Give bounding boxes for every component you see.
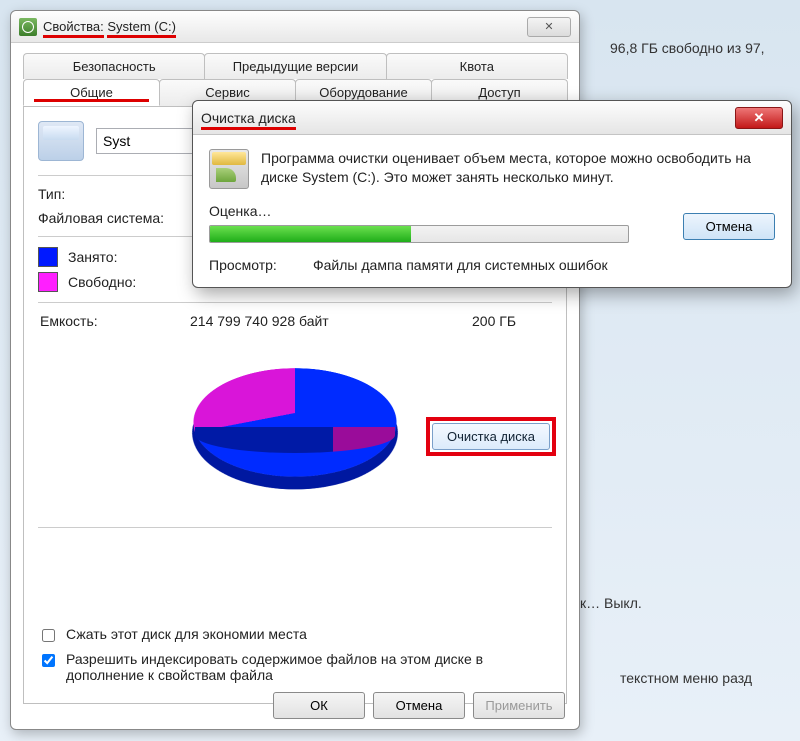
free-label: Свободно: xyxy=(68,274,136,290)
drive-properties-icon xyxy=(19,18,37,36)
used-swatch xyxy=(38,247,58,267)
tab-security[interactable]: Безопасность xyxy=(23,53,205,79)
close-button[interactable]: ✕ xyxy=(527,17,571,37)
disk-cleanup-button[interactable]: Очистка диска xyxy=(432,423,550,450)
compress-label: Сжать этот диск для экономии места xyxy=(66,626,307,642)
capacity-bytes: 214 799 740 928 байт xyxy=(190,313,432,329)
dialog-buttons: ОК Отмена Применить xyxy=(273,692,565,719)
view-label: Просмотр: xyxy=(209,257,299,273)
capacity-label: Емкость: xyxy=(40,313,150,329)
compress-checkbox[interactable] xyxy=(42,629,55,642)
usage-pie-chart xyxy=(195,343,395,453)
separator xyxy=(38,302,552,303)
titlebar[interactable]: Свойства: System (C:) ✕ xyxy=(11,11,579,43)
capacity-gb: 200 ГБ xyxy=(472,313,552,329)
used-label: Занято: xyxy=(68,249,118,265)
explorer-free-space-text: 96,8 ГБ свободно из 97, xyxy=(610,40,765,56)
index-label: Разрешить индексировать содержимое файло… xyxy=(66,651,552,683)
cleanup-highlight-box: Очистка диска xyxy=(426,417,556,456)
cleanup-icon xyxy=(209,149,249,189)
cleanup-message: Программа очистки оценивает объем места,… xyxy=(261,149,775,187)
status-off-text: к… Выкл. xyxy=(580,595,642,611)
context-menu-hint: текстном меню разд xyxy=(620,670,752,686)
cleanup-title: Очистка диска xyxy=(201,110,296,126)
index-checkbox[interactable] xyxy=(42,654,55,667)
tab-quota[interactable]: Квота xyxy=(386,53,568,79)
cleanup-dialog: Очистка диска ✕ Программа очистки оценив… xyxy=(192,100,792,288)
tab-general[interactable]: Общие xyxy=(23,79,160,106)
cancel-button[interactable]: Отмена xyxy=(373,692,465,719)
apply-button[interactable]: Применить xyxy=(473,692,565,719)
cleanup-cancel-button[interactable]: Отмена xyxy=(683,213,775,240)
progress-bar xyxy=(209,225,629,243)
cleanup-titlebar[interactable]: Очистка диска ✕ xyxy=(193,101,791,135)
free-swatch xyxy=(38,272,58,292)
drive-icon xyxy=(38,121,84,161)
window-title: Свойства: System (C:) xyxy=(43,19,176,34)
tab-previous-versions[interactable]: Предыдущие версии xyxy=(204,53,386,79)
cleanup-close-button[interactable]: ✕ xyxy=(735,107,783,129)
ok-button[interactable]: ОК xyxy=(273,692,365,719)
view-value: Файлы дампа памяти для системных ошибок xyxy=(313,257,608,273)
separator xyxy=(38,527,552,528)
